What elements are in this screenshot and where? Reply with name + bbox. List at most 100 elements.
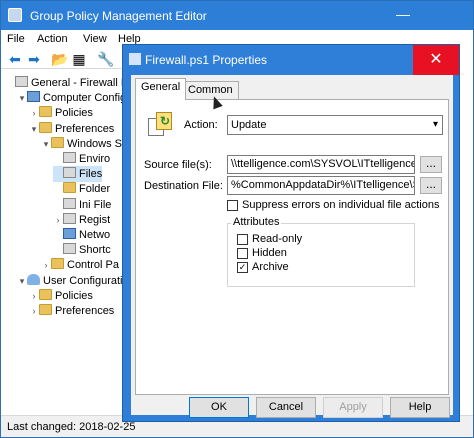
network-icon [63, 228, 76, 239]
tree-item-label: Preferences [55, 305, 115, 317]
close-button[interactable]: ✕ [413, 45, 459, 75]
menu-action[interactable]: Action [37, 33, 68, 45]
tab-common[interactable]: Common [182, 81, 239, 99]
folder-icon [39, 121, 52, 133]
action-select[interactable]: Update ▾ [227, 115, 443, 135]
dialog-title: Firewall.ps1 Properties [145, 53, 268, 67]
read-only-checkbox[interactable] [237, 234, 248, 245]
folder-icon [39, 288, 52, 300]
expander-icon[interactable]: ▾ [41, 136, 51, 152]
app-icon [8, 8, 22, 22]
status-text: Last changed: 2018-02-25 [7, 421, 136, 433]
tree-item[interactable]: ▾ Computer Configu [17, 90, 131, 106]
tree-item[interactable]: General - Firewall Rul [5, 75, 131, 91]
computer-icon [27, 91, 40, 103]
tree-pane: General - Firewall Rul ▾ Computer Configu ›… [1, 68, 131, 416]
dialog-body: General Common ↻ Action: Update ▾ Source… [131, 75, 453, 418]
window-titlebar: Group Policy Management Editor — [1, 1, 473, 30]
tree-item-label: Netwo [79, 229, 111, 241]
tree-item[interactable]: › Preferences [29, 303, 114, 319]
read-only-label: Read-only [252, 233, 303, 245]
hidden-label: Hidden [252, 247, 287, 259]
folder-icon [51, 258, 64, 270]
tree-item-label: General - Firewall Rul [31, 77, 131, 89]
back-arrow-icon[interactable]: ⬅ [7, 51, 23, 67]
suppress-errors-label: Suppress errors on individual file actio… [242, 199, 440, 211]
user-icon [27, 273, 40, 285]
expander-icon[interactable]: ▾ [29, 121, 39, 137]
cancel-button[interactable]: Cancel [256, 397, 316, 418]
source-browse-button[interactable]: ... [420, 156, 442, 173]
tree-item-label: Shortc [79, 244, 111, 257]
tab-general[interactable]: General [135, 78, 187, 100]
action-select-value: Update [231, 119, 267, 131]
tree-item[interactable]: › Policies [29, 105, 93, 121]
tree-item[interactable]: ▾ Preferences [29, 121, 114, 137]
dialog-titlebar: Firewall.ps1 Properties ✕ [123, 45, 459, 75]
expander-icon[interactable]: › [29, 105, 39, 121]
tree-item[interactable]: ▾ User Configuratio [17, 273, 129, 289]
ok-button[interactable]: OK [189, 397, 249, 418]
tree-item[interactable]: Shortc [53, 242, 111, 258]
folder-icon [63, 182, 76, 194]
expander-icon[interactable]: › [29, 303, 39, 319]
source-label: Source file(s): [144, 159, 212, 171]
file-copy-icon: ↻ [146, 110, 174, 138]
tree-item[interactable]: › Control Pa [41, 257, 119, 273]
expander-icon[interactable]: ▾ [17, 90, 27, 106]
tree-item-label: Control Pa [67, 259, 119, 272]
tree-item-label: Computer Configu [43, 92, 131, 105]
registry-icon [63, 212, 76, 224]
archive-label: Archive [252, 261, 289, 273]
tree-item-label: Policies [55, 289, 93, 302]
tree-item[interactable]: ▾ Windows S [41, 136, 122, 152]
tree-item[interactable]: Netwo [53, 227, 110, 243]
tree-item-label: Ini File [79, 198, 112, 211]
shortcut-icon [63, 243, 76, 255]
show-hide-tree-icon[interactable]: ▦ [71, 51, 87, 67]
tree-item-label: User Configuratio [43, 274, 129, 287]
apply-button[interactable]: Apply [323, 397, 383, 418]
wrench-icon[interactable]: 🔧 [97, 51, 114, 67]
hidden-checkbox[interactable] [237, 248, 248, 259]
environment-icon [63, 152, 76, 163]
properties-dialog: Firewall.ps1 Properties ✕ General Common… [122, 44, 460, 422]
action-label: Action: [184, 119, 218, 131]
tree-item[interactable]: Enviro [53, 151, 110, 167]
expander-icon[interactable]: › [53, 212, 63, 228]
expander-icon[interactable]: › [41, 257, 51, 273]
expander-icon[interactable]: › [29, 288, 39, 304]
folder-icon [39, 106, 52, 118]
suppress-errors-checkbox[interactable] [227, 200, 238, 211]
general-tab-panel: ↻ Action: Update ▾ Source file(s): \\tte… [135, 99, 449, 395]
tree-item-label: Policies [55, 107, 93, 120]
dialog-icon [129, 53, 141, 65]
policy-icon [15, 76, 28, 87]
destination-label: Destination File: [144, 180, 223, 192]
folder-icon [39, 304, 52, 315]
folder-icon [51, 136, 64, 148]
window-title: Group Policy Management Editor [30, 9, 207, 23]
tree-item-label: Files [79, 168, 103, 181]
menu-view[interactable]: View [83, 33, 107, 45]
tree-item-label: Regist [79, 213, 111, 226]
archive-checkbox[interactable]: ✓ [237, 262, 248, 273]
tree-item[interactable]: Files [53, 166, 103, 183]
tree-item[interactable]: Folder [53, 181, 110, 197]
tree-item[interactable]: › Policies [29, 288, 93, 304]
files-icon [63, 167, 76, 179]
forward-arrow-icon[interactable]: ➡ [26, 51, 42, 67]
destination-browse-button[interactable]: ... [420, 177, 442, 194]
expander-icon[interactable]: ▾ [17, 273, 27, 289]
tree-item[interactable]: › Regist [53, 212, 110, 228]
minimize-button[interactable]: — [383, 1, 423, 30]
up-folder-icon[interactable]: 📂 [51, 51, 68, 67]
tree-item-label: Folder [79, 183, 111, 196]
tree-item-label: Enviro [79, 153, 111, 165]
help-button[interactable]: Help [390, 397, 450, 418]
source-field[interactable]: \\ttelligence.com\SYSVOL\ITtelligence.co… [227, 155, 415, 174]
destination-field[interactable]: %CommonAppdataDir%\ITtelligence\Scripts\ [227, 176, 415, 195]
menu-file[interactable]: File [7, 33, 25, 45]
tree-item[interactable]: Ini File [53, 197, 111, 213]
tree-item-label: Preferences [55, 122, 115, 135]
